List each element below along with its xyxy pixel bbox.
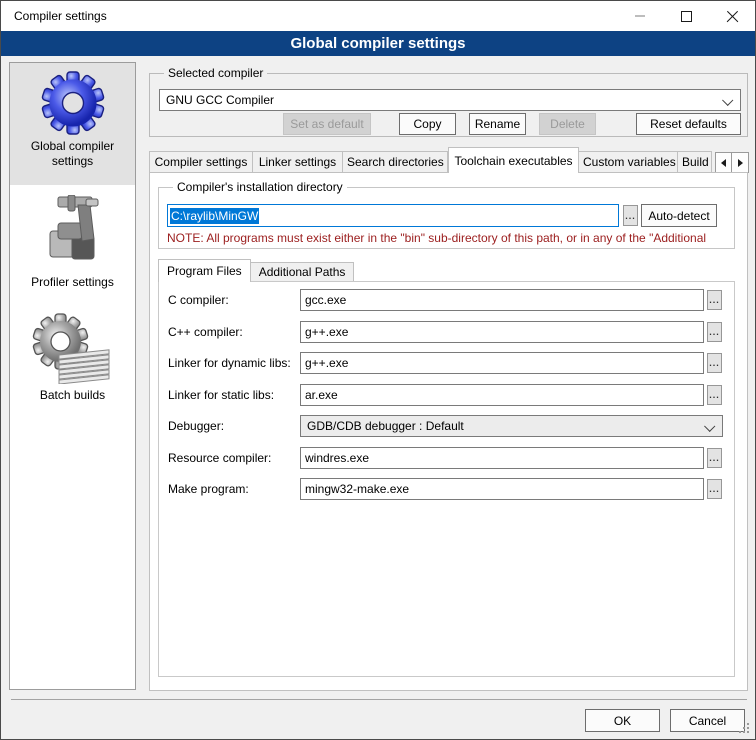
sidebar-item-label: Global compiler settings <box>21 139 125 169</box>
tab-additional-paths[interactable]: Additional Paths <box>251 262 355 282</box>
toolchain-executables-page: Compiler's installation directory C:\ray… <box>149 172 748 691</box>
tab-program-files[interactable]: Program Files <box>158 259 251 282</box>
compiler-settings-dialog: Compiler settings Global compiler settin… <box>0 0 756 740</box>
make-program-input[interactable] <box>300 478 704 500</box>
page-title: Global compiler settings <box>1 31 755 56</box>
browse-directory-button[interactable]: ... <box>623 205 638 226</box>
field-label: C++ compiler: <box>168 325 243 339</box>
programs-notebook-tabs: Program Files Additional Paths <box>158 259 354 282</box>
sidebar-item-batch-builds[interactable]: Batch builds <box>10 312 135 403</box>
minimize-icon <box>635 15 645 17</box>
window-title: Compiler settings <box>14 1 107 31</box>
browse-c-compiler-button[interactable]: ... <box>707 290 722 310</box>
installation-directory-input[interactable]: C:\raylib\MinGW <box>167 204 619 227</box>
tab-scroll-left-button[interactable] <box>715 152 732 173</box>
c-compiler-input[interactable] <box>300 289 704 311</box>
arrow-left-icon <box>721 159 726 167</box>
maximize-icon <box>681 11 692 22</box>
tab-toolchain-executables[interactable]: Toolchain executables <box>448 147 579 173</box>
field-label: C compiler: <box>168 293 229 307</box>
settings-sidebar: Global compiler settings Profiler settin… <box>9 62 136 690</box>
compiler-combobox[interactable]: GNU GCC Compiler <box>159 89 741 111</box>
close-icon <box>726 10 739 23</box>
copy-button[interactable]: Copy <box>399 113 456 135</box>
field-row-make-program: Make program: ... <box>159 478 734 500</box>
chevron-down-icon <box>722 95 733 106</box>
installation-directory-legend: Compiler's installation directory <box>173 180 347 195</box>
field-row-c-compiler: C compiler: ... <box>159 289 734 311</box>
compiler-notebook-tabs: Compiler settings Linker settings Search… <box>149 147 749 173</box>
compiler-combobox-value: GNU GCC Compiler <box>166 93 274 107</box>
sidebar-item-label: Batch builds <box>40 388 105 403</box>
footer-divider <box>11 699 747 700</box>
tab-scroll-right-button[interactable] <box>732 152 749 173</box>
field-label: Linker for dynamic libs: <box>168 356 291 370</box>
maximize-button[interactable] <box>663 1 709 31</box>
tab-build-options[interactable]: Build options <box>678 151 712 173</box>
close-button[interactable] <box>709 1 755 31</box>
delete-button[interactable]: Delete <box>539 113 596 135</box>
cancel-button[interactable]: Cancel <box>670 709 745 732</box>
field-label: Debugger: <box>168 419 224 433</box>
reset-defaults-button[interactable]: Reset defaults <box>636 113 741 135</box>
bin-subdirectory-note: NOTE: All programs must exist either in … <box>167 231 716 245</box>
sidebar-item-label: Profiler settings <box>31 275 114 290</box>
chevron-down-icon <box>704 421 715 432</box>
browse-linker-static-button[interactable]: ... <box>707 385 722 405</box>
minimize-button[interactable] <box>617 1 663 31</box>
rename-button[interactable]: Rename <box>469 113 526 135</box>
tab-linker-settings[interactable]: Linker settings <box>253 151 343 173</box>
resource-compiler-input[interactable] <box>300 447 704 469</box>
caliper-icon <box>38 195 108 271</box>
auto-detect-button[interactable]: Auto-detect <box>641 204 717 227</box>
cpp-compiler-input[interactable] <box>300 321 704 343</box>
browse-resource-compiler-button[interactable]: ... <box>707 448 722 468</box>
program-files-panel: C compiler: ... C++ compiler: ... Linker… <box>158 281 735 677</box>
arrow-right-icon <box>738 159 743 167</box>
gray-gear-stack-icon <box>31 312 115 384</box>
field-row-resource-compiler: Resource compiler: ... <box>159 447 734 469</box>
linker-dynamic-input[interactable] <box>300 352 704 374</box>
field-label: Linker for static libs: <box>168 388 274 402</box>
sidebar-item-profiler-settings[interactable]: Profiler settings <box>10 195 135 290</box>
field-label: Resource compiler: <box>168 451 271 465</box>
field-row-debugger: Debugger: GDB/CDB debugger : Default <box>159 415 734 437</box>
tab-compiler-settings[interactable]: Compiler settings <box>149 151 253 173</box>
field-label: Make program: <box>168 482 249 496</box>
field-row-linker-static: Linker for static libs: ... <box>159 384 734 406</box>
selected-compiler-legend: Selected compiler <box>164 66 267 81</box>
set-as-default-button[interactable]: Set as default <box>283 113 371 135</box>
field-row-linker-dynamic: Linker for dynamic libs: ... <box>159 352 734 374</box>
tab-search-directories[interactable]: Search directories <box>343 151 448 173</box>
browse-make-program-button[interactable]: ... <box>707 479 722 499</box>
sidebar-item-global-compiler-settings[interactable]: Global compiler settings <box>10 63 135 185</box>
ok-button[interactable]: OK <box>585 709 660 732</box>
selected-compiler-group: Selected compiler GNU GCC Compiler Set a… <box>149 73 748 137</box>
field-row-cpp-compiler: C++ compiler: ... <box>159 321 734 343</box>
titlebar: Compiler settings <box>1 1 755 31</box>
tab-custom-variables[interactable]: Custom variables <box>579 151 678 173</box>
blue-gear-icon <box>41 71 105 135</box>
resize-grip[interactable] <box>747 731 749 733</box>
debugger-select-value: GDB/CDB debugger : Default <box>307 419 464 433</box>
installation-directory-value: C:\raylib\MinGW <box>170 208 259 224</box>
browse-linker-dynamic-button[interactable]: ... <box>707 353 722 373</box>
browse-cpp-compiler-button[interactable]: ... <box>707 322 722 342</box>
linker-static-input[interactable] <box>300 384 704 406</box>
debugger-select[interactable]: GDB/CDB debugger : Default <box>300 415 723 437</box>
